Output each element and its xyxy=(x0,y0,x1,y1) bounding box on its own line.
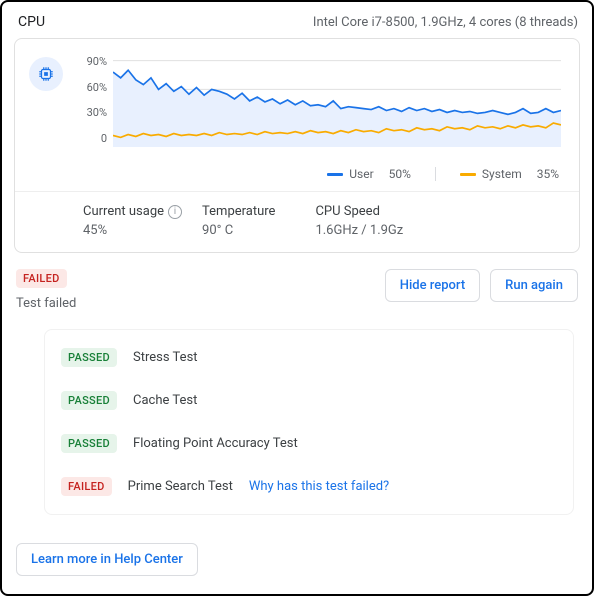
test-name: Cache Test xyxy=(133,393,197,408)
panel-header: CPU Intel Core i7-8500, 1.9GHz, 4 cores … xyxy=(2,8,592,38)
status-badge: PASSED xyxy=(61,391,117,410)
test-row: FAILED Prime Search Test Why has this test… xyxy=(45,465,573,508)
cpu-spec: Intel Core i7-8500, 1.9GHz, 4 cores (8 t… xyxy=(313,15,578,30)
chart-legend: User 50% System 35% xyxy=(15,159,579,191)
ytick: 30% xyxy=(73,106,107,119)
chart-y-ticks: 90% 60% 30% 0 xyxy=(73,55,113,145)
tests-actions: Hide report Run again xyxy=(385,269,578,302)
chart-section: 90% 60% 30% 0 xyxy=(15,39,579,159)
overall-status-badge: FAILED xyxy=(16,269,67,288)
status-badge: PASSED xyxy=(61,434,117,453)
ytick: 60% xyxy=(73,81,107,94)
metric-label: Current usage xyxy=(83,204,164,219)
hide-report-button[interactable]: Hide report xyxy=(385,269,480,302)
metric-value: 1.6GHz / 1.9Gz xyxy=(315,223,403,238)
test-name: Stress Test xyxy=(133,350,198,365)
metric-temperature: Temperature 90° C xyxy=(202,204,315,238)
test-row: PASSED Stress Test xyxy=(45,336,573,379)
legend-system: System 35% xyxy=(460,167,559,181)
info-icon[interactable]: i xyxy=(168,205,182,219)
metric-label: Temperature xyxy=(202,204,275,219)
legend-system-label: System xyxy=(482,167,522,181)
overall-status-text: Test failed xyxy=(16,296,76,311)
status-badge: FAILED xyxy=(61,477,112,496)
tests-section: FAILED Test failed Hide report Run again… xyxy=(2,253,592,529)
usage-chart xyxy=(113,51,561,151)
legend-user: User 50% xyxy=(327,167,411,181)
swatch-icon xyxy=(460,173,476,176)
test-row: PASSED Floating Point Accuracy Test xyxy=(45,422,573,465)
cpu-card: 90% 60% 30% 0 User 50% System 35% xyxy=(14,38,580,253)
footer: Learn more in Help Center xyxy=(2,529,592,580)
cpu-panel: CPU Intel Core i7-8500, 1.9GHz, 4 cores … xyxy=(0,0,594,596)
metric-label: CPU Speed xyxy=(315,204,403,219)
ytick: 90% xyxy=(73,55,107,68)
metric-cpu-speed: CPU Speed 1.6GHz / 1.9Gz xyxy=(315,204,443,238)
legend-divider xyxy=(435,167,436,181)
test-list: PASSED Stress Test PASSED Cache Test PASSED F… xyxy=(44,329,574,515)
tests-header: FAILED Test failed Hide report Run again xyxy=(16,269,578,311)
legend-user-label: User xyxy=(349,167,373,181)
ytick: 0 xyxy=(73,132,107,145)
swatch-icon xyxy=(327,173,343,176)
cpu-icon xyxy=(29,57,63,91)
chip-icon xyxy=(37,65,55,83)
status-badge: PASSED xyxy=(61,348,117,367)
metric-value: 90° C xyxy=(202,223,275,238)
test-name: Prime Search Test xyxy=(128,479,233,494)
metrics-row: Current usage i 45% Temperature 90° C CP… xyxy=(15,191,579,252)
metric-value: 45% xyxy=(83,223,182,238)
test-name: Floating Point Accuracy Test xyxy=(133,436,298,451)
metric-current-usage: Current usage i 45% xyxy=(15,204,202,238)
test-row: PASSED Cache Test xyxy=(45,379,573,422)
legend-system-value: 35% xyxy=(537,167,559,181)
run-again-button[interactable]: Run again xyxy=(490,269,578,302)
why-failed-link[interactable]: Why has this test failed? xyxy=(249,479,389,494)
help-center-button[interactable]: Learn more in Help Center xyxy=(16,543,198,576)
panel-title: CPU xyxy=(18,14,45,30)
legend-user-value: 50% xyxy=(389,167,411,181)
